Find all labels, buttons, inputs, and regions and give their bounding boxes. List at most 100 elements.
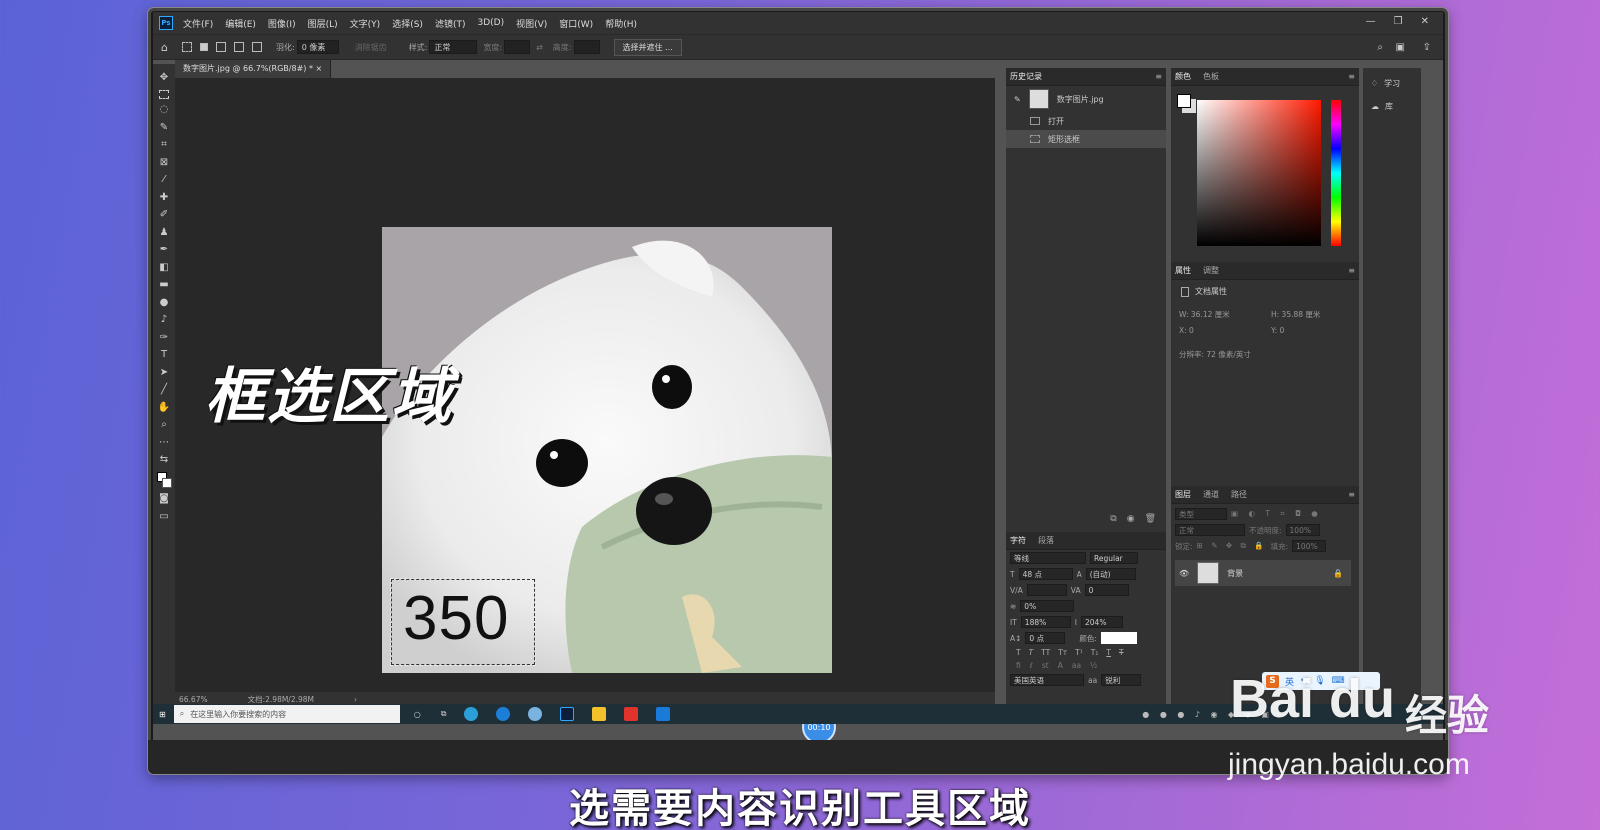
faux-italic-icon[interactable]: T	[1029, 648, 1034, 657]
snapshot-camera-icon[interactable]: ◉	[1127, 514, 1135, 524]
menu-filter[interactable]: 滤镜(T)	[435, 17, 466, 30]
new-doc-from-state-icon[interactable]: ⧉	[1110, 514, 1116, 524]
tab-color[interactable]: 颜色	[1175, 71, 1191, 82]
line-tool-icon[interactable]: ╱	[158, 384, 170, 396]
menu-edit[interactable]: 编辑(E)	[225, 17, 256, 30]
panel-menu-icon[interactable]: ≡	[1348, 266, 1355, 275]
font-size-input[interactable]: 48 点	[1018, 568, 1073, 580]
marquee-tool-icon[interactable]	[159, 89, 169, 99]
hscale-input[interactable]: 204%	[1081, 616, 1124, 628]
wps-icon[interactable]	[624, 707, 639, 721]
history-brush-icon[interactable]: ✒	[158, 244, 170, 256]
tab-layers[interactable]: 图层	[1175, 489, 1191, 500]
swap-icon[interactable]: ⇄	[536, 43, 543, 52]
menu-select[interactable]: 选择(S)	[392, 17, 423, 30]
text-color-swatch[interactable]	[1100, 632, 1137, 644]
width-input[interactable]	[504, 40, 531, 54]
height-input[interactable]	[573, 40, 600, 54]
cortana-icon[interactable]: ○	[414, 710, 421, 719]
panel-menu-icon[interactable]: ≡	[1348, 72, 1355, 81]
status-arrow-icon[interactable]: ›	[354, 695, 357, 704]
marquee-preset-icon[interactable]	[181, 42, 192, 52]
title-alt-icon[interactable]: A	[1058, 661, 1063, 670]
kerning-input[interactable]	[1026, 584, 1067, 596]
menu-help[interactable]: 帮助(H)	[605, 17, 637, 30]
brush-tool-icon[interactable]: ✐	[158, 209, 170, 221]
visibility-eye-icon[interactable]: 👁	[1179, 569, 1189, 578]
filter-icons[interactable]: ▣ ◐ T ⌗ ◘ ●	[1231, 509, 1322, 519]
history-snapshot[interactable]: ✎ 数字图片.jpg	[1006, 86, 1166, 112]
blend-mode-select[interactable]: 正常	[1175, 524, 1245, 536]
swap-colors-icon[interactable]: ⇆	[158, 454, 170, 466]
tab-character[interactable]: 字符	[1010, 535, 1026, 546]
language-select[interactable]: 美国英语	[1010, 674, 1084, 686]
tsume-input[interactable]: 0%	[1020, 600, 1075, 612]
layer-row-background[interactable]: 👁 背景 🔒	[1175, 560, 1351, 586]
tab-adjustments[interactable]: 调整	[1203, 265, 1219, 276]
faux-bold-icon[interactable]: T	[1016, 648, 1021, 657]
blur-tool-icon[interactable]: ●	[158, 297, 170, 309]
new-selection-icon[interactable]	[199, 43, 208, 51]
file-explorer-icon[interactable]	[592, 707, 607, 721]
workspace-icon[interactable]: ▣	[1396, 42, 1405, 53]
history-item-marquee[interactable]: 矩形选框	[1006, 130, 1166, 148]
hue-slider[interactable]	[1331, 100, 1341, 246]
hand-tool-icon[interactable]: ✋	[158, 402, 170, 414]
superscript-icon[interactable]: T¹	[1075, 648, 1083, 657]
menu-3d[interactable]: 3D(D)	[477, 18, 504, 28]
tab-swatches[interactable]: 色板	[1203, 71, 1219, 82]
healing-tool-icon[interactable]: ✚	[158, 192, 170, 204]
type-tool-icon[interactable]: T	[158, 349, 170, 361]
home-icon[interactable]: ⌂	[161, 41, 168, 54]
zoom-level[interactable]: 66.67%	[179, 695, 208, 704]
gradient-tool-icon[interactable]: ▬	[158, 279, 170, 291]
history-item-open[interactable]: 打开	[1006, 112, 1166, 130]
menu-window[interactable]: 窗口(W)	[559, 17, 593, 30]
dodge-tool-icon[interactable]: ♪	[158, 314, 170, 326]
panel-menu-icon[interactable]: ≡	[1348, 490, 1355, 499]
minimize-icon[interactable]: —	[1366, 16, 1376, 27]
trash-icon[interactable]: 🗑	[1145, 514, 1156, 524]
close-tab-icon[interactable]: ×	[316, 64, 323, 73]
fg-bg-swatch[interactable]	[1177, 94, 1191, 108]
media-app-icon[interactable]	[656, 707, 671, 721]
menu-layer[interactable]: 图层(L)	[308, 17, 338, 30]
antialias-checkbox[interactable]: 消除锯齿	[355, 42, 387, 53]
style-select[interactable]: 正常	[429, 40, 478, 54]
panel-menu-icon[interactable]: ≡	[1155, 72, 1162, 81]
pen-tool-icon[interactable]: ✑	[158, 332, 170, 344]
lasso-tool-icon[interactable]: ◌	[158, 104, 170, 116]
tab-channels[interactable]: 通道	[1203, 489, 1219, 500]
document-tab[interactable]: 数字图片.jpg @ 66.7%(RGB/8#) * ×	[175, 60, 332, 78]
menu-file[interactable]: 文件(F)	[183, 17, 213, 30]
tab-paths[interactable]: 路径	[1231, 489, 1247, 500]
antialias-select[interactable]: 锐利	[1101, 674, 1142, 686]
add-selection-icon[interactable]	[215, 42, 226, 52]
font-family-select[interactable]: 等线	[1010, 552, 1086, 564]
intersect-selection-icon[interactable]	[251, 42, 262, 52]
zoom-tool-icon[interactable]: ⌕	[158, 419, 170, 431]
opacity-input[interactable]: 100%	[1285, 524, 1320, 536]
small-caps-icon[interactable]: Tт	[1058, 648, 1067, 657]
close-icon[interactable]: ✕	[1421, 16, 1429, 27]
layer-kind-filter[interactable]: 类型	[1175, 508, 1227, 520]
all-caps-icon[interactable]: TT	[1041, 648, 1050, 657]
chrome-app-icon[interactable]	[528, 707, 543, 721]
fill-input[interactable]: 100%	[1292, 540, 1327, 552]
frame-tool-icon[interactable]: ⊠	[158, 157, 170, 169]
tracking-input[interactable]: 0	[1084, 584, 1129, 596]
brush-source-icon[interactable]: ✎	[1014, 95, 1021, 104]
windows-start-icon[interactable]: ⊞	[159, 710, 166, 719]
screen-mode-icon[interactable]: ▭	[158, 511, 170, 523]
select-and-mask-button[interactable]: 选择并遮住 ...	[613, 38, 682, 56]
underline-icon[interactable]: T	[1106, 648, 1111, 657]
edge-icon[interactable]	[496, 707, 511, 721]
baseline-input[interactable]: 0 点	[1025, 632, 1066, 644]
lock-icons[interactable]: ⊞ ✎ ✥ ⧉ 🔒	[1197, 541, 1267, 551]
subscript-icon[interactable]: T₁	[1091, 648, 1099, 657]
eyedropper-tool-icon[interactable]: ⁄	[158, 174, 170, 186]
menu-type[interactable]: 文字(Y)	[350, 17, 381, 30]
subtract-selection-icon[interactable]	[233, 42, 244, 52]
menu-image[interactable]: 图像(I)	[268, 17, 296, 30]
strikethrough-icon[interactable]: T	[1119, 648, 1124, 657]
